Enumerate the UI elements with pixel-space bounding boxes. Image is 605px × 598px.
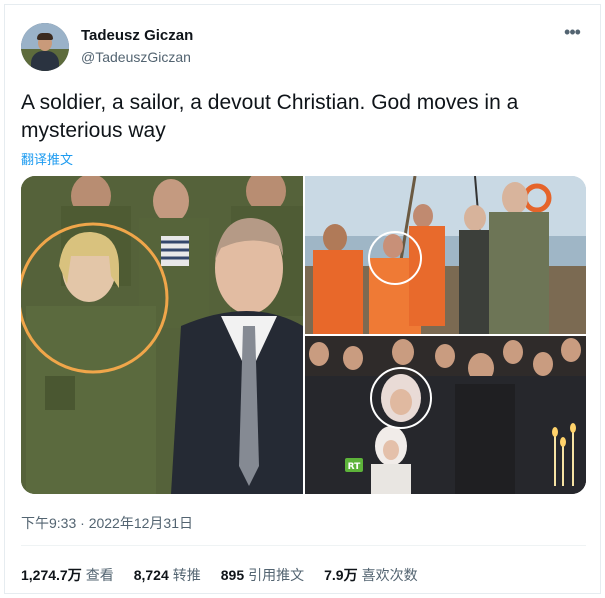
stat-likes-value: 7.9万 <box>324 567 358 583</box>
stat-retweets[interactable]: 8,724 转推 <box>134 565 201 585</box>
tweet-text: A soldier, a sailor, a devout Christian.… <box>21 91 519 142</box>
stat-retweets-value: 8,724 <box>133 567 169 583</box>
stat-quotes[interactable]: 895 引用推文 <box>221 565 304 585</box>
tweet-timestamp[interactable]: 下午9:33 · 2022年12月31日 <box>21 513 193 533</box>
stat-quotes-value: 895 <box>220 567 245 583</box>
stat-views-label: 查看 <box>85 567 114 583</box>
stat-retweets-label: 转推 <box>172 567 201 583</box>
stat-likes[interactable]: 7.9万 喜欢次数 <box>324 565 417 585</box>
tweet-stats: 1,274.7万 查看 8,724 转推 895 引用推文 7.9万 喜欢次数 <box>21 565 438 585</box>
rt-badge: RT <box>348 462 362 472</box>
author-handle[interactable]: @TadeuszGiczan <box>81 49 191 65</box>
photo-church-illustration: RT <box>305 336 586 494</box>
photo-soldiers[interactable] <box>21 176 303 494</box>
author-avatar[interactable] <box>21 23 69 71</box>
stat-quotes-label: 引用推文 <box>248 567 305 583</box>
ellipsis-icon[interactable]: ••• <box>561 23 583 47</box>
tweet-card: Tadeusz Giczan @TadeuszGiczan ••• A sold… <box>4 4 601 594</box>
stat-views-value: 1,274.7万 <box>21 567 82 583</box>
photo-boat[interactable] <box>305 176 586 334</box>
translate-tweet-link[interactable]: 翻译推文 <box>21 149 73 168</box>
stat-views[interactable]: 1,274.7万 查看 <box>21 565 114 585</box>
tweet-media[interactable]: RT <box>21 176 586 494</box>
photo-church[interactable]: RT <box>305 336 586 494</box>
photo-boat-illustration <box>305 176 586 334</box>
photo-soldiers-illustration <box>21 176 303 494</box>
author-display-name[interactable]: Tadeusz Giczan <box>81 27 193 44</box>
divider <box>21 545 586 546</box>
stat-likes-label: 喜欢次数 <box>361 567 418 583</box>
